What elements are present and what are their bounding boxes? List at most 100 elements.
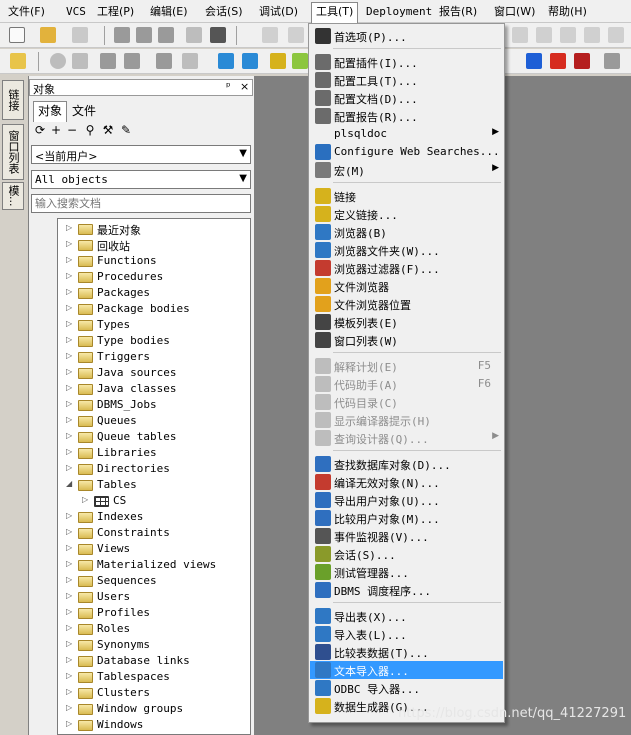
- tree-node[interactable]: ▷ Roles: [58, 621, 248, 637]
- expand-arrow-icon[interactable]: ▷: [66, 719, 74, 731]
- menu-item-compare-user-objects[interactable]: 比较用户对象(M)...: [310, 509, 503, 527]
- expand-arrow-icon[interactable]: ▷: [66, 559, 74, 571]
- expand-arrow-icon[interactable]: ▷: [66, 255, 74, 267]
- menu-item-export-tables[interactable]: 导出表(X)...: [310, 607, 503, 625]
- expand-arrow-icon[interactable]: ▷: [66, 367, 74, 379]
- menu-debug[interactable]: 调试(D): [259, 3, 298, 20]
- expand-arrow-icon[interactable]: ▷: [66, 623, 74, 635]
- tree-node[interactable]: ▷ Constraints: [58, 525, 248, 541]
- menu-item-define-link[interactable]: 定义链接...: [310, 205, 503, 223]
- key-icon[interactable]: [10, 53, 26, 69]
- tree-node[interactable]: ▷ Window groups: [58, 701, 248, 717]
- menu-item-find-objects[interactable]: 查找数据库对象(D)...: [310, 455, 503, 473]
- menu-item-wrench[interactable]: 首选项(P)...: [310, 27, 503, 45]
- menu-item-report-config[interactable]: 配置报告(R)...: [310, 107, 503, 125]
- expand-arrow-icon[interactable]: ▷: [66, 463, 74, 475]
- menu-item-web-search[interactable]: Configure Web Searches...: [310, 143, 503, 161]
- break-icon[interactable]: [72, 53, 88, 69]
- menu-item-browser-folder[interactable]: 浏览器文件夹(W)...: [310, 241, 503, 259]
- tree-node[interactable]: ▷ Procedures: [58, 269, 248, 285]
- expand-arrow-icon[interactable]: ▷: [66, 575, 74, 587]
- expand-arrow-icon[interactable]: ▷: [66, 399, 74, 411]
- menu-item-browser-filter[interactable]: 浏览器过滤器(F)...: [310, 259, 503, 277]
- menu-item-file-browser[interactable]: 文件浏览器: [310, 277, 503, 295]
- tree-node[interactable]: ▷ Java classes: [58, 381, 248, 397]
- tree-node[interactable]: ▷ Triggers: [58, 349, 248, 365]
- menu-item-export-user-objects[interactable]: 导出用户对象(U)...: [310, 491, 503, 509]
- expand-arrow-icon[interactable]: ▷: [66, 543, 74, 555]
- tree-node[interactable]: ▷ Tablespaces: [58, 669, 248, 685]
- tree-node[interactable]: ▷ Queue tables: [58, 429, 248, 445]
- expand-arrow-icon[interactable]: ▷: [66, 271, 74, 283]
- arrow-right-red-icon[interactable]: [550, 53, 566, 69]
- edit-filter-icon[interactable]: ✎: [119, 123, 133, 137]
- filter-icon[interactable]: ⚒: [101, 123, 115, 137]
- tree-node[interactable]: ▷ Sequences: [58, 573, 248, 589]
- test-icon[interactable]: [292, 53, 308, 69]
- menu-item-plsqldoc[interactable]: plsqldoc ▶: [310, 125, 503, 143]
- expand-arrow-icon[interactable]: ▷: [66, 671, 74, 683]
- expand-arrow-icon[interactable]: ▷: [66, 639, 74, 651]
- session-key-icon[interactable]: [270, 53, 286, 69]
- expand-arrow-icon[interactable]: ▷: [66, 687, 74, 699]
- expand-arrow-icon[interactable]: ▷: [66, 223, 74, 235]
- menu-item-sessions[interactable]: 会话(S)...: [310, 545, 503, 563]
- menu-help[interactable]: 帮助(H): [548, 3, 587, 20]
- menu-item-test-manager[interactable]: 测试管理器...: [310, 563, 503, 581]
- expand-arrow-icon[interactable]: ▷: [66, 383, 74, 395]
- owner-select[interactable]: <当前用户> ▼: [31, 145, 251, 164]
- stop-icon[interactable]: [574, 53, 590, 69]
- expand-arrow-icon[interactable]: ▷: [66, 511, 74, 523]
- uppercase-icon[interactable]: [608, 27, 624, 43]
- tree-node[interactable]: ▷ Clusters: [58, 685, 248, 701]
- tree-node[interactable]: ▷ Queues: [58, 413, 248, 429]
- tree-node[interactable]: ▷ Indexes: [58, 509, 248, 525]
- rollback-icon[interactable]: [124, 53, 140, 69]
- new-icon[interactable]: [9, 27, 25, 43]
- unindent-icon[interactable]: [536, 27, 552, 43]
- menu-item-compare-table-data[interactable]: 比较表数据(T)...: [310, 643, 503, 661]
- tree-node[interactable]: ▷ Directories: [58, 461, 248, 477]
- indent-icon[interactable]: [512, 27, 528, 43]
- menu-item-macro[interactable]: 宏(M) ▶: [310, 161, 503, 179]
- menu-item-file-browser-location[interactable]: 文件浏览器位置: [310, 295, 503, 313]
- remove-icon[interactable]: −: [65, 123, 79, 137]
- save-icon[interactable]: [114, 27, 130, 43]
- expand-arrow-icon[interactable]: ▷: [66, 319, 74, 331]
- expand-arrow-icon[interactable]: ▷: [66, 527, 74, 539]
- menu-item-import-tables[interactable]: 导入表(L)...: [310, 625, 503, 643]
- arrow-right-icon[interactable]: [526, 53, 542, 69]
- tree-node[interactable]: ▷ 回收站: [58, 237, 248, 253]
- menu-window[interactable]: 窗口(W): [494, 3, 535, 20]
- tree-node[interactable]: ▷ Type bodies: [58, 333, 248, 349]
- side-tab-links[interactable]: 链接: [2, 80, 24, 120]
- menu-tools[interactable]: 工具(T): [311, 2, 359, 23]
- disconnect-icon[interactable]: [242, 53, 258, 69]
- tree-node[interactable]: ▷ Database links: [58, 653, 248, 669]
- redo-icon[interactable]: [288, 27, 304, 43]
- object-type-select[interactable]: All objects ▼: [31, 170, 251, 189]
- expand-arrow-icon[interactable]: ▷: [66, 591, 74, 603]
- menu-item-window-list[interactable]: 窗口列表(W): [310, 331, 503, 349]
- tab-objects[interactable]: 对象: [33, 101, 68, 122]
- menu-item-browser[interactable]: 浏览器(B): [310, 223, 503, 241]
- save-as-icon[interactable]: [158, 27, 174, 43]
- menu-item-plugin-config[interactable]: 配置插件(I)...: [310, 53, 503, 71]
- side-tab-templates[interactable]: 模...: [2, 182, 24, 210]
- undo-icon[interactable]: [262, 27, 278, 43]
- expand-arrow-icon[interactable]: ▷: [66, 239, 74, 251]
- menu-session[interactable]: 会话(S): [205, 3, 243, 20]
- open-icon[interactable]: [40, 27, 56, 43]
- menu-project[interactable]: 工程(P): [97, 3, 134, 20]
- connect-icon[interactable]: [218, 53, 234, 69]
- tree-node[interactable]: ▷ Functions: [58, 253, 248, 269]
- save-all-icon[interactable]: [136, 27, 152, 43]
- uncomment-icon[interactable]: [584, 27, 600, 43]
- print-preview-icon[interactable]: [186, 27, 202, 43]
- find-icon[interactable]: ⚲: [83, 123, 97, 137]
- step-icon[interactable]: [604, 53, 620, 69]
- expand-arrow-icon[interactable]: ▷: [82, 495, 90, 507]
- pin-icon[interactable]: ᵖ: [226, 80, 231, 93]
- menu-deployment[interactable]: Deployment: [366, 3, 432, 20]
- comment-icon[interactable]: [560, 27, 576, 43]
